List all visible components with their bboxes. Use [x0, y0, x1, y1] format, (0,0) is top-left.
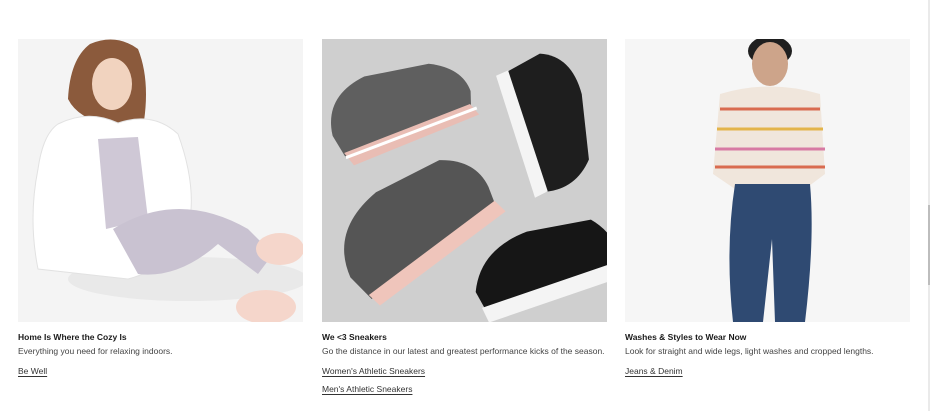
cozy-loungewear-image[interactable] [18, 39, 303, 322]
mens-athletic-sneakers-link[interactable]: Men's Athletic Sneakers [322, 384, 607, 394]
be-well-link[interactable]: Be Well [18, 366, 303, 376]
womens-athletic-sneakers-link[interactable]: Women's Athletic Sneakers [322, 366, 607, 376]
card-description: Look for straight and wide legs, light w… [625, 346, 874, 356]
promo-card-denim: Washes & Styles to Wear Now Look for str… [625, 39, 910, 376]
card-description: Everything you need for relaxing indoors… [18, 346, 173, 356]
promo-card-cozy: Home Is Where the Cozy Is Everything you… [18, 39, 303, 376]
sneakers-image[interactable] [322, 39, 607, 322]
promo-card-sneakers: We <3 Sneakers Go the distance in our la… [322, 39, 607, 394]
card-title: We <3 Sneakers [322, 332, 387, 342]
card-description: Go the distance in our latest and greate… [322, 346, 605, 356]
card-title: Washes & Styles to Wear Now [625, 332, 747, 342]
denim-image[interactable] [625, 39, 910, 322]
jeans-and-denim-link[interactable]: Jeans & Denim [625, 366, 910, 376]
card-title: Home Is Where the Cozy Is [18, 332, 127, 342]
